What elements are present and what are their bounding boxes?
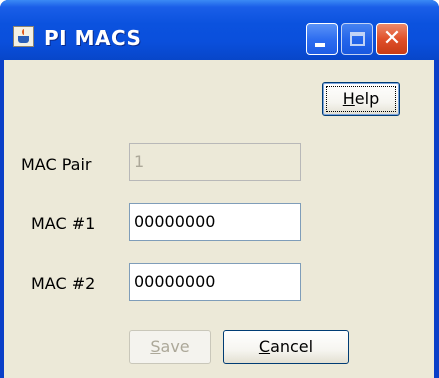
- mac1-input[interactable]: 00000000: [129, 203, 301, 241]
- save-mnemonic: S: [150, 337, 161, 356]
- dialog-content: Help MAC Pair 1 MAC #1 00000000 MAC #2 0…: [4, 60, 434, 378]
- dialog-window: PI MACS ✕ Help MAC Pair 1 MAC #1 0000000…: [0, 0, 439, 378]
- save-label-rest: ave: [160, 337, 190, 356]
- minimize-button[interactable]: [306, 23, 338, 55]
- maximize-icon: [350, 32, 365, 46]
- title-bar[interactable]: PI MACS ✕: [0, 0, 439, 60]
- close-button[interactable]: ✕: [376, 23, 408, 55]
- help-button[interactable]: Help: [322, 82, 400, 116]
- mac2-label: MAC #2: [31, 274, 96, 293]
- mac2-input[interactable]: 00000000: [129, 263, 301, 301]
- mac-pair-field: 1: [129, 143, 301, 181]
- maximize-button[interactable]: [341, 23, 373, 55]
- window-title: PI MACS: [44, 26, 142, 50]
- mac-pair-label: MAC Pair: [21, 155, 92, 174]
- minimize-icon: [315, 43, 325, 47]
- focus-rectangle: [326, 86, 396, 112]
- save-button[interactable]: Save: [129, 330, 211, 364]
- cancel-label-rest: ancel: [270, 337, 314, 356]
- close-icon: ✕: [382, 26, 402, 51]
- cancel-button[interactable]: Cancel: [223, 330, 349, 364]
- mac1-label: MAC #1: [31, 214, 96, 233]
- java-cup-icon: [13, 26, 34, 47]
- cancel-mnemonic: C: [258, 337, 271, 356]
